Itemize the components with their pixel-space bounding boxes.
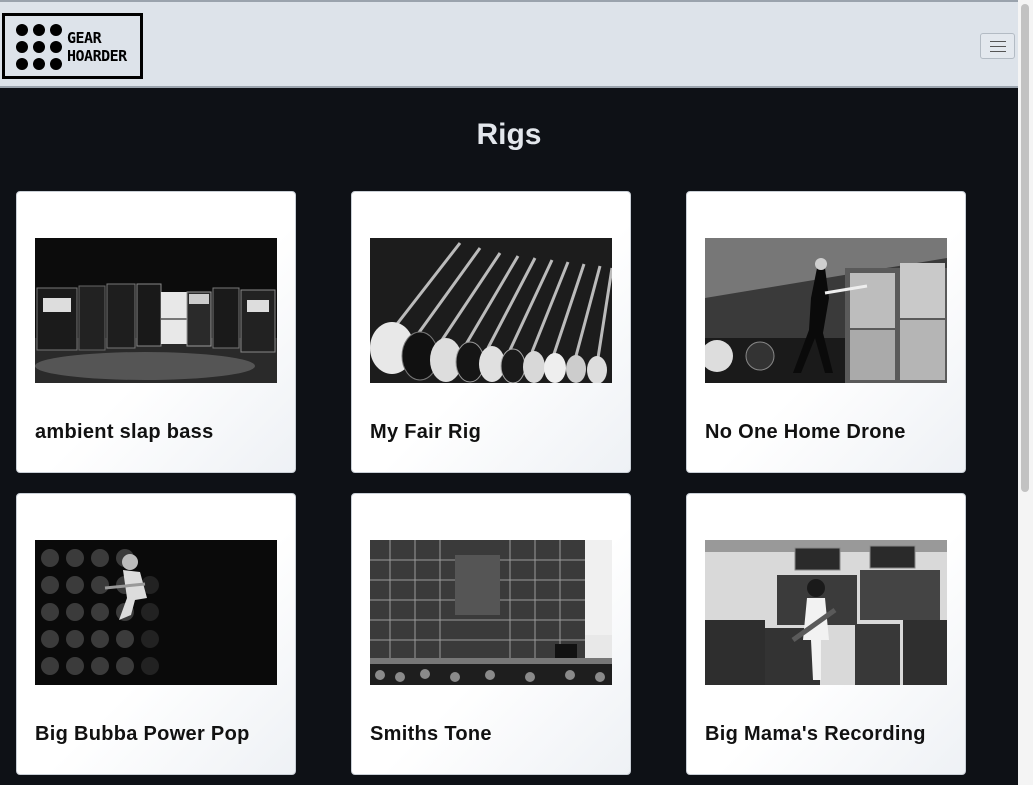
rig-title[interactable]: Big Mama's Recording [705, 723, 926, 746]
rig-title[interactable]: Smiths Tone [370, 723, 492, 746]
rig-photo-guitarist-stage[interactable] [705, 238, 947, 383]
page-title: Rigs [476, 118, 542, 151]
navbar: GEAR HOARDER [0, 0, 1018, 88]
scrollbar-thumb[interactable] [1021, 4, 1029, 492]
rig-photo-festival-stage[interactable] [370, 540, 612, 685]
rig-photo-amp-wall[interactable] [35, 238, 277, 383]
hamburger-menu-icon [990, 41, 1006, 52]
logo-dots-icon [16, 24, 64, 72]
page-scrollbar[interactable] [1018, 0, 1033, 785]
logo-line-hoarder: HOARDER [67, 47, 127, 65]
rig-card[interactable]: Big Mama's Recording [686, 493, 966, 775]
rig-title[interactable]: No One Home Drone [705, 421, 906, 444]
gear-hoarder-logo[interactable]: GEAR HOARDER [2, 13, 143, 79]
logo-line-gear: GEAR [67, 29, 102, 47]
logo-text: GEAR HOARDER [67, 29, 127, 65]
rig-title[interactable]: ambient slap bass [35, 421, 214, 444]
rig-card[interactable]: Smiths Tone [351, 493, 631, 775]
rig-photo-guitars[interactable] [370, 238, 612, 383]
rig-card[interactable]: My Fair Rig [351, 191, 631, 473]
rig-card[interactable]: ambient slap bass [16, 191, 296, 473]
rig-photo-jumping-guitarist[interactable] [35, 540, 277, 685]
rig-card[interactable]: Big Bubba Power Pop [16, 493, 296, 775]
rig-photo-guitarist-amps[interactable] [705, 540, 947, 685]
rig-card[interactable]: No One Home Drone [686, 191, 966, 473]
rig-title[interactable]: Big Bubba Power Pop [35, 723, 250, 746]
rig-title[interactable]: My Fair Rig [370, 421, 481, 444]
navbar-toggle-button[interactable] [980, 33, 1015, 59]
